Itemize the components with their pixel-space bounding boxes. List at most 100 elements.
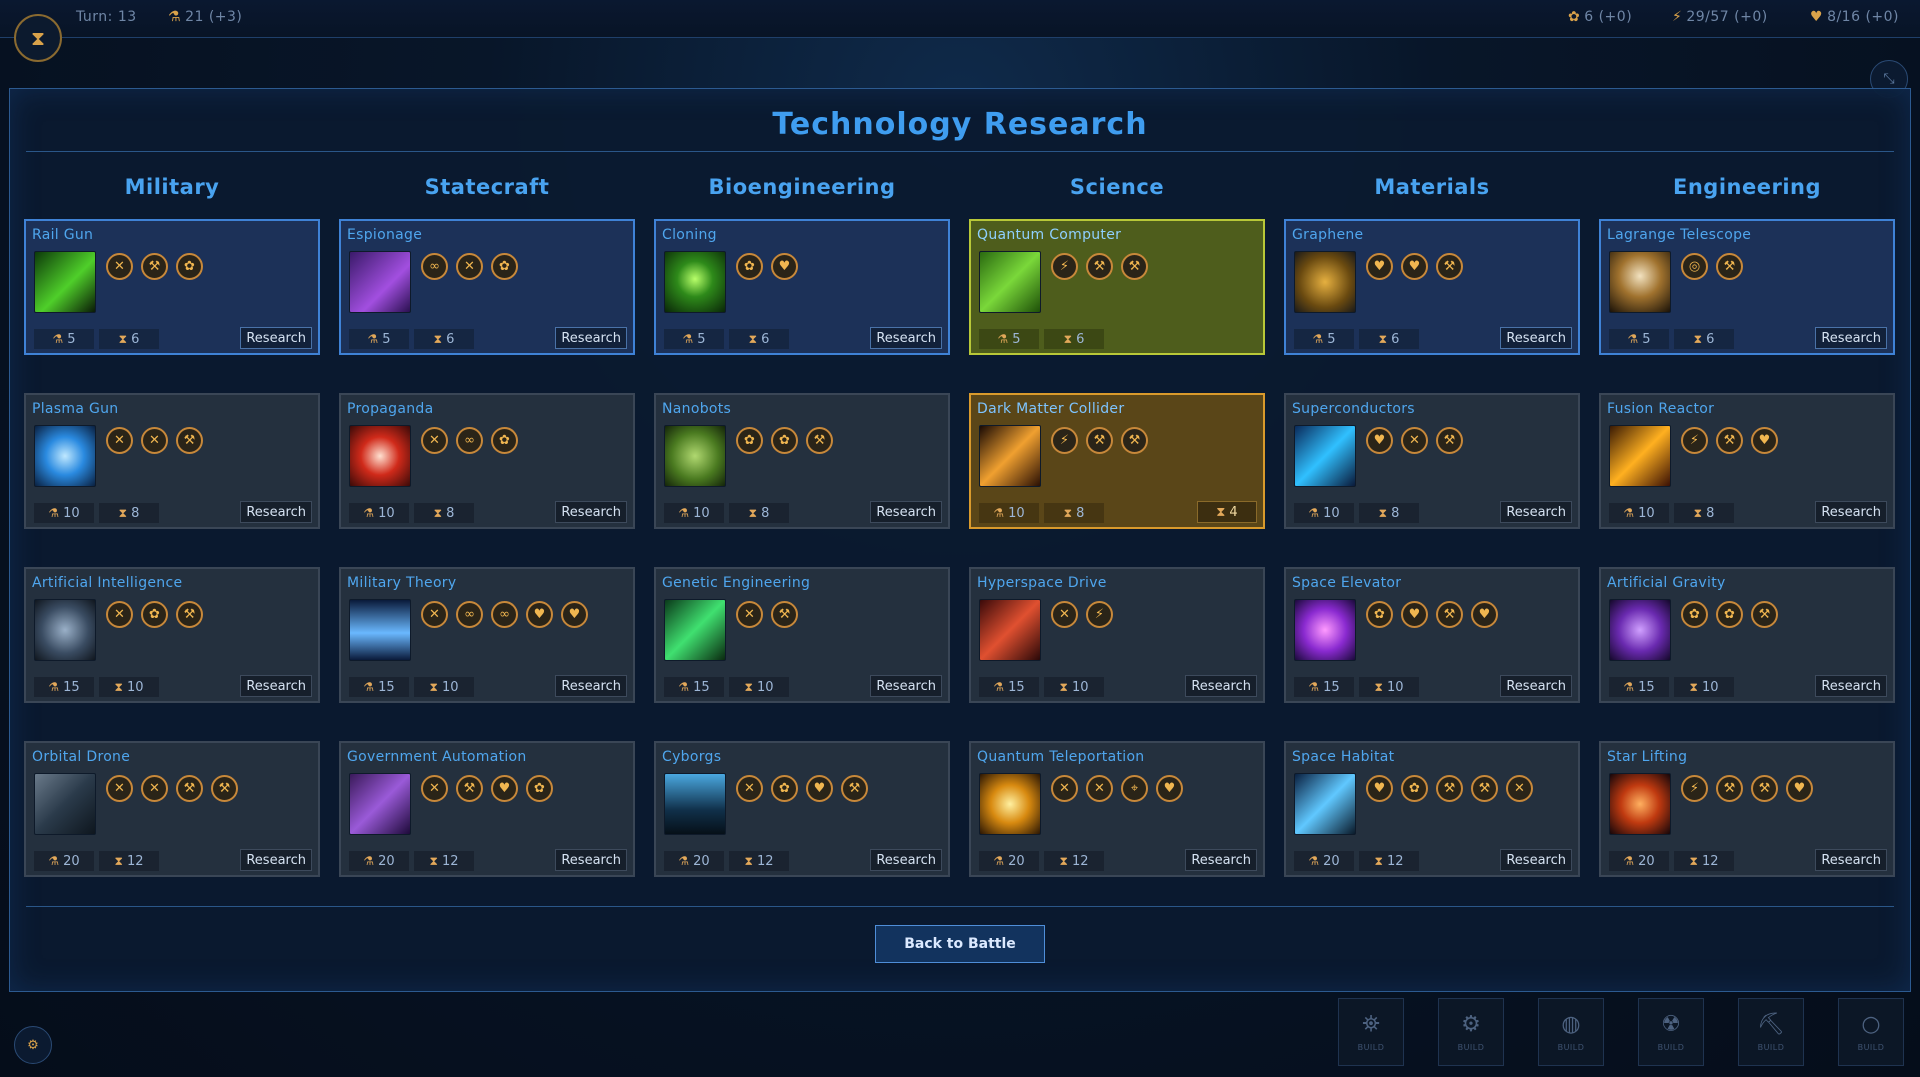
tech-card-espionage[interactable]: Espionage ∞ ✕ ✿ ⚗ 5 ⧗ 6 Research bbox=[339, 219, 635, 355]
research-button[interactable]: Research bbox=[1500, 675, 1572, 697]
hourglass-icon: ⧗ bbox=[1378, 505, 1388, 520]
tech-card-military-theory[interactable]: Military Theory ✕ ∞ ∞ ♥ ♥ ⚗ 15 ⧗ 10 Research bbox=[339, 567, 635, 703]
research-button[interactable]: Research bbox=[555, 675, 627, 697]
tech-card-quantum-teleportation[interactable]: Quantum Teleportation ✕ ✕ ⌖ ♥ ⚗ 20 ⧗ 12 Research bbox=[969, 741, 1265, 877]
heart-icon: ♥ bbox=[1366, 253, 1393, 280]
energy-stat: ⚡ 29/57 (+0) bbox=[1672, 9, 1768, 25]
tech-card-fusion-reactor[interactable]: Fusion Reactor ⚡ ⚒ ♥ ⚗ 10 ⧗ 8 Research bbox=[1599, 393, 1895, 529]
tech-card-nanobots[interactable]: Nanobots ✿ ✿ ⚒ ⚗ 10 ⧗ 8 Research bbox=[654, 393, 950, 529]
cost-value: 20 bbox=[378, 853, 395, 869]
tech-card-space-elevator[interactable]: Space Elevator ✿ ♥ ⚒ ♥ ⚗ 15 ⧗ 10 Research bbox=[1284, 567, 1580, 703]
research-button[interactable]: Research bbox=[1815, 849, 1887, 871]
settings-button[interactable]: ⚙ bbox=[14, 1026, 52, 1064]
hourglass-icon: ⧗ bbox=[1374, 679, 1383, 694]
research-button[interactable]: Research bbox=[240, 501, 312, 523]
tech-card-propaganda[interactable]: Propaganda ✕ ∞ ✿ ⚗ 10 ⧗ 8 Research bbox=[339, 393, 635, 529]
science-cost: ⚗ 5 bbox=[1609, 329, 1669, 349]
hourglass-icon: ⧗ bbox=[429, 853, 438, 868]
wrench-icon: ⚒ bbox=[176, 775, 203, 802]
tech-card-graphene[interactable]: Graphene ♥ ♥ ⚒ ⚗ 5 ⧗ 6 Research bbox=[1284, 219, 1580, 355]
time-value: 8 bbox=[1391, 505, 1400, 521]
research-button[interactable]: Research bbox=[870, 849, 942, 871]
heart-icon: ♥ bbox=[561, 601, 588, 628]
turn-cost: ⧗ 10 bbox=[729, 677, 789, 697]
research-button[interactable]: Research bbox=[240, 675, 312, 697]
tech-card-government-automation[interactable]: Government Automation ✕ ⚒ ♥ ✿ ⚗ 20 ⧗ 12 Research bbox=[339, 741, 635, 877]
tech-name: Artificial Gravity bbox=[1607, 575, 1726, 591]
tech-card-quantum-computer[interactable]: Quantum Computer ⚡ ⚒ ⚒ ⚗ 5 ⧗ 6 bbox=[969, 219, 1265, 355]
tech-card-genetic-engineering[interactable]: Genetic Engineering ✕ ⚒ ⚗ 15 ⧗ 10 Research bbox=[654, 567, 950, 703]
research-button[interactable]: Research bbox=[1815, 501, 1887, 523]
tech-card-superconductors[interactable]: Superconductors ♥ ✕ ⚒ ⚗ 10 ⧗ 8 Research bbox=[1284, 393, 1580, 529]
bolt-icon: ⚡ bbox=[1051, 253, 1078, 280]
build-button-globe[interactable]: ◍ BUILD bbox=[1538, 998, 1604, 1066]
time-value: 6 bbox=[1706, 331, 1715, 347]
research-button[interactable]: Research bbox=[555, 327, 627, 349]
flask-icon: ⚗ bbox=[48, 506, 60, 520]
tech-card-space-habitat[interactable]: Space Habitat ♥ ✿ ⚒ ⚒ ✕ ⚗ 20 ⧗ 12 Research bbox=[1284, 741, 1580, 877]
food-icon: ✿ bbox=[1681, 601, 1708, 628]
research-button[interactable]: Research bbox=[1185, 675, 1257, 697]
turn-cost: ⧗ 8 bbox=[729, 503, 789, 523]
research-button[interactable]: Research bbox=[1815, 327, 1887, 349]
cost-value: 10 bbox=[378, 505, 395, 521]
turn-cost: ⧗ 10 bbox=[1044, 677, 1104, 697]
tech-card-rail-gun[interactable]: Rail Gun ✕ ⚒ ✿ ⚗ 5 ⧗ 6 Research bbox=[24, 219, 320, 355]
food-icon: ✿ bbox=[1366, 601, 1393, 628]
research-button[interactable]: Research bbox=[870, 501, 942, 523]
time-value: 10 bbox=[756, 679, 774, 695]
tech-effects: ♥ ♥ ⚒ bbox=[1366, 253, 1463, 280]
build-button-circle[interactable]: ○ BUILD bbox=[1838, 998, 1904, 1066]
research-button[interactable]: Research bbox=[1500, 849, 1572, 871]
build-button-satellite[interactable]: ⛯ BUILD bbox=[1338, 998, 1404, 1066]
research-button[interactable]: Research bbox=[555, 849, 627, 871]
wrench-icon: ⚒ bbox=[841, 775, 868, 802]
tech-card-plasma-gun[interactable]: Plasma Gun ✕ ✕ ⚒ ⚗ 10 ⧗ 8 Research bbox=[24, 393, 320, 529]
tech-card-hyperspace-drive[interactable]: Hyperspace Drive ✕ ⚡ ⚗ 15 ⧗ 10 Research bbox=[969, 567, 1265, 703]
wrench-icon: ⚒ bbox=[1436, 601, 1463, 628]
research-button[interactable]: Research bbox=[555, 501, 627, 523]
research-button[interactable]: Research bbox=[870, 675, 942, 697]
cost-value: 20 bbox=[1638, 853, 1655, 869]
build-button-radiation[interactable]: ☢ BUILD bbox=[1638, 998, 1704, 1066]
research-button[interactable]: Research bbox=[1815, 675, 1887, 697]
swords-icon: ✕ bbox=[1086, 775, 1113, 802]
tech-card-artificial-gravity[interactable]: Artificial Gravity ✿ ✿ ⚒ ⚗ 15 ⧗ 10 Research bbox=[1599, 567, 1895, 703]
hourglass-icon: ⧗ bbox=[433, 505, 443, 520]
build-button-gear[interactable]: ⚙ BUILD bbox=[1438, 998, 1504, 1066]
cost-value: 5 bbox=[697, 331, 706, 347]
tech-effects: ♥ ✿ ⚒ ⚒ ✕ bbox=[1366, 775, 1533, 802]
tech-card-lagrange-telescope[interactable]: Lagrange Telescope ◎ ⚒ ⚗ 5 ⧗ 6 Research bbox=[1599, 219, 1895, 355]
back-to-battle-button[interactable]: Back to Battle bbox=[875, 925, 1045, 963]
time-value: 8 bbox=[446, 505, 455, 521]
tech-card-cloning[interactable]: Cloning ✿ ♥ ⚗ 5 ⧗ 6 Research bbox=[654, 219, 950, 355]
tech-image bbox=[979, 251, 1041, 313]
circle-icon: ○ bbox=[1861, 1012, 1881, 1037]
tech-card-artificial-intelligence[interactable]: Artificial Intelligence ✕ ✿ ⚒ ⚗ 15 ⧗ 10 Research bbox=[24, 567, 320, 703]
turn-cost: ⧗ 8 bbox=[1359, 503, 1419, 523]
research-button[interactable]: Research bbox=[1185, 849, 1257, 871]
research-button[interactable]: Research bbox=[1500, 327, 1572, 349]
energy-value: 29/57 (+0) bbox=[1686, 9, 1768, 25]
tech-effects: ⚡ ⚒ ⚒ bbox=[1051, 427, 1148, 454]
research-button[interactable]: Research bbox=[240, 327, 312, 349]
food-icon: ✿ bbox=[1568, 9, 1581, 25]
research-button[interactable]: Research bbox=[1500, 501, 1572, 523]
turn-cost: ⧗ 6 bbox=[729, 329, 789, 349]
tech-card-dark-matter-collider[interactable]: Dark Matter Collider ⚡ ⚒ ⚒ ⚗ 10 ⧗ 8 ⧗ 4 bbox=[969, 393, 1265, 529]
time-value: 12 bbox=[1701, 853, 1719, 869]
tech-card-star-lifting[interactable]: Star Lifting ⚡ ⚒ ⚒ ♥ ⚗ 20 ⧗ 12 Research bbox=[1599, 741, 1895, 877]
research-button[interactable]: Research bbox=[240, 849, 312, 871]
tech-card-cyborgs[interactable]: Cyborgs ✕ ✿ ♥ ⚒ ⚗ 20 ⧗ 12 Research bbox=[654, 741, 950, 877]
flask-icon: ⚗ bbox=[367, 332, 379, 346]
tech-image bbox=[664, 599, 726, 661]
time-value: 10 bbox=[1071, 679, 1089, 695]
bolt-icon: ⚡ bbox=[1086, 601, 1113, 628]
science-cost: ⚗ 20 bbox=[34, 851, 94, 871]
wrench-icon: ⚒ bbox=[1086, 253, 1113, 280]
tech-effects: ✕ ✿ ♥ ⚒ bbox=[736, 775, 868, 802]
research-button[interactable]: Research bbox=[870, 327, 942, 349]
end-turn-button[interactable]: ⧗ bbox=[14, 14, 62, 62]
tech-card-orbital-drone[interactable]: Orbital Drone ✕ ✕ ⚒ ⚒ ⚗ 20 ⧗ 12 Research bbox=[24, 741, 320, 877]
build-button-pickaxe[interactable]: ⛏ BUILD bbox=[1738, 998, 1804, 1066]
